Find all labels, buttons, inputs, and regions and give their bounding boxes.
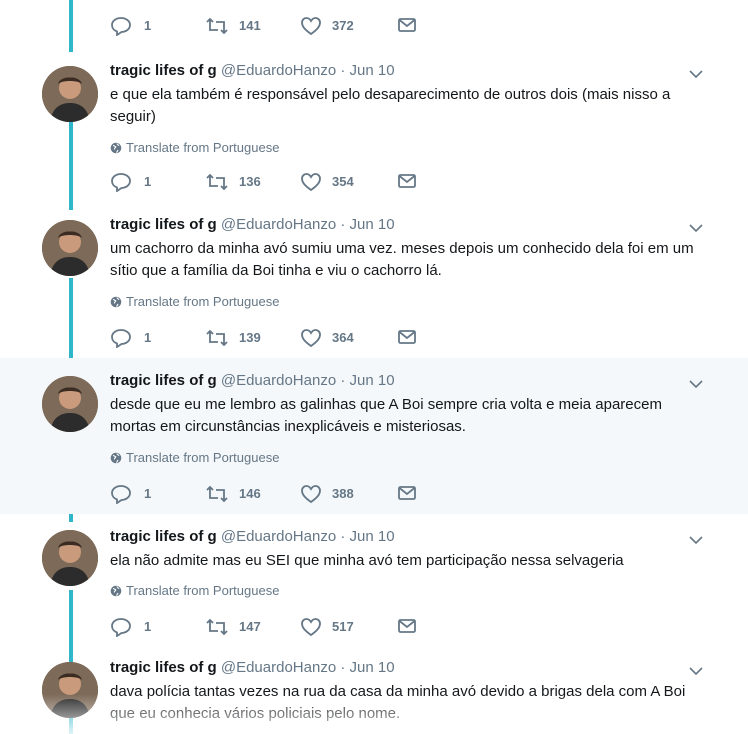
author-name[interactable]: tragic lifes of g [110,216,217,233]
globe-icon [110,296,122,308]
like-button[interactable]: 364 [300,327,370,349]
globe-icon [110,452,122,464]
separator: · [340,528,346,545]
retweet-button[interactable]: 139 [205,327,275,349]
translate-link[interactable]: Translate from Portuguese [110,583,279,599]
translate-link[interactable]: Translate from Portuguese [110,140,279,156]
tweet[interactable]: tragic lifes of g @EduardoHanzo · Jun 10… [0,648,748,734]
avatar[interactable] [42,220,98,276]
like-button[interactable]: 517 [300,616,370,638]
author-name[interactable]: tragic lifes of g [110,62,217,79]
tweet-text: um cachorro da minha avó sumiu uma vez. … [110,240,694,279]
envelope-icon [398,174,416,188]
translate-label: Translate from Portuguese [126,583,280,598]
message-button[interactable] [397,483,421,505]
timestamp[interactable]: Jun 10 [350,62,395,79]
author-handle[interactable]: @EduardoHanzo [221,659,336,676]
tweet-header: tragic lifes of g @EduardoHanzo · Jun 10 [110,659,395,677]
tweet[interactable]: tragic lifes of g @EduardoHanzo · Jun 10… [0,206,748,358]
separator: · [340,659,346,676]
retweet-button[interactable]: 146 [205,483,275,505]
tweet: 1 141 372 [0,0,748,50]
tweet-header: tragic lifes of g @EduardoHanzo · Jun 10 [110,62,395,80]
separator: · [340,216,346,233]
heart-icon [301,485,321,504]
author-handle[interactable]: @EduardoHanzo [221,216,336,233]
author-name[interactable]: tragic lifes of g [110,372,217,389]
retweet-icon [206,485,228,503]
chevron-down-icon[interactable] [688,222,704,234]
heart-icon [301,17,321,36]
reply-button[interactable]: 1 [110,616,170,638]
globe-icon [110,585,122,597]
tweet-header: tragic lifes of g @EduardoHanzo · Jun 10 [110,528,395,546]
reply-icon [111,329,131,348]
translate-label: Translate from Portuguese [126,450,280,465]
retweet-button[interactable]: 141 [205,15,275,37]
tweet-text: dava polícia tantas vezes na rua da casa… [110,683,686,722]
tweet-header: tragic lifes of g @EduardoHanzo · Jun 10 [110,372,395,390]
author-handle[interactable]: @EduardoHanzo [221,372,336,389]
translate-link[interactable]: Translate from Portuguese [110,294,279,310]
tweet-text: desde que eu me lembro as galinhas que A… [110,396,662,435]
reply-button[interactable]: 1 [110,15,170,37]
retweet-icon [206,329,228,347]
like-button[interactable]: 388 [300,483,370,505]
reply-icon [111,485,131,504]
retweet-icon [206,618,228,636]
message-button[interactable] [397,15,421,37]
envelope-icon [398,18,416,32]
chevron-down-icon[interactable] [688,534,704,546]
separator: · [340,372,346,389]
message-button[interactable] [397,327,421,349]
retweet-icon [206,173,228,191]
reply-icon [111,618,131,637]
reply-button[interactable]: 1 [110,327,170,349]
retweet-button[interactable]: 136 [205,171,275,193]
chevron-down-icon[interactable] [688,378,704,390]
message-button[interactable] [397,171,421,193]
tweet-text: ela não admite mas eu SEI que minha avó … [110,552,624,569]
timestamp[interactable]: Jun 10 [350,216,395,233]
timestamp[interactable]: Jun 10 [350,372,395,389]
translate-label: Translate from Portuguese [126,140,280,155]
timestamp[interactable]: Jun 10 [350,528,395,545]
tweet-header: tragic lifes of g @EduardoHanzo · Jun 10 [110,216,395,234]
heart-icon [301,329,321,348]
retweet-icon [206,17,228,35]
like-button[interactable]: 372 [300,15,370,37]
like-button[interactable]: 354 [300,171,370,193]
reply-icon [111,17,131,36]
envelope-icon [398,330,416,344]
envelope-icon [398,619,416,633]
chevron-down-icon[interactable] [688,68,704,80]
envelope-icon [398,486,416,500]
timestamp[interactable]: Jun 10 [350,659,395,676]
translate-link[interactable]: Translate from Portuguese [110,450,279,466]
tweet[interactable]: tragic lifes of g @EduardoHanzo · Jun 10… [0,358,748,514]
author-handle[interactable]: @EduardoHanzo [221,528,336,545]
author-handle[interactable]: @EduardoHanzo [221,62,336,79]
tweet-text: e que ela também é responsável pelo desa… [110,86,671,125]
globe-icon [110,142,122,154]
tweet[interactable]: tragic lifes of g @EduardoHanzo · Jun 10… [0,514,748,648]
separator: · [340,62,346,79]
author-name[interactable]: tragic lifes of g [110,659,217,676]
heart-icon [301,618,321,637]
reply-button[interactable]: 1 [110,171,170,193]
tweet-thread: 1 141 372 tragic lifes of g @EduardoHanz… [0,0,748,734]
message-button[interactable] [397,616,421,638]
chevron-down-icon[interactable] [688,665,704,677]
avatar[interactable] [42,66,98,122]
translate-label: Translate from Portuguese [126,294,280,309]
retweet-button[interactable]: 147 [205,616,275,638]
tweet[interactable]: tragic lifes of g @EduardoHanzo · Jun 10… [0,52,748,204]
reply-icon [111,173,131,192]
avatar[interactable] [42,662,98,718]
avatar[interactable] [42,376,98,432]
author-name[interactable]: tragic lifes of g [110,528,217,545]
avatar[interactable] [42,530,98,586]
reply-button[interactable]: 1 [110,483,170,505]
heart-icon [301,173,321,192]
